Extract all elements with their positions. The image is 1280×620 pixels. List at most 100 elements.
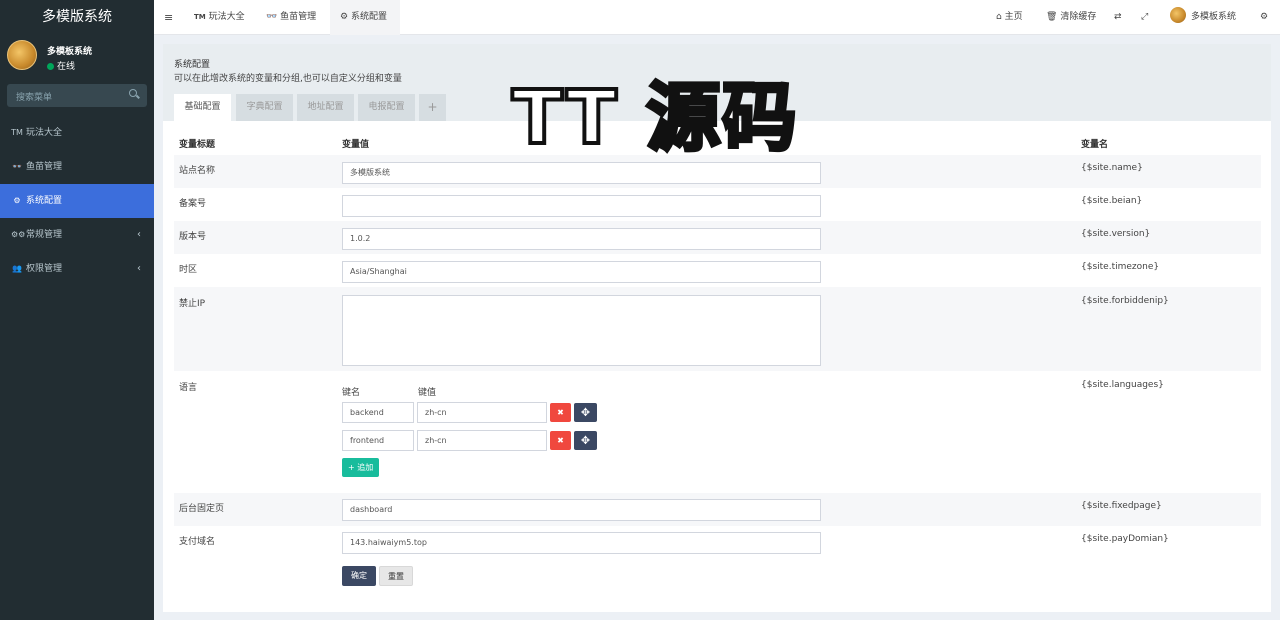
row-label: 语言 <box>179 383 198 393</box>
lang-key-input[interactable]: backend <box>342 402 414 423</box>
gear-icon: ⚙ <box>340 12 349 22</box>
timezone-input[interactable]: Asia/Shanghai <box>342 261 821 283</box>
row-label: 备案号 <box>179 199 207 209</box>
tab-wanfa[interactable]: TM 玩法大全 <box>194 0 245 35</box>
table-row: 后台固定页 dashboard {$site.fixedpage} <box>174 493 1261 526</box>
row-label: 后台固定页 <box>179 504 225 514</box>
table-row: 禁止IP {$site.forbiddenip} <box>174 287 1261 371</box>
language-icon[interactable]: ⇄ <box>1114 0 1122 35</box>
tm-icon: TM <box>11 128 23 137</box>
table-row: 时区 Asia/Shanghai {$site.timezone} <box>174 254 1261 287</box>
row-var: {$site.forbiddenip} <box>1081 296 1169 306</box>
watermark: TT 源码 <box>510 75 799 161</box>
settings-gears-icon[interactable]: ⚙ <box>1260 0 1268 35</box>
sidebar-item-label: 权限管理 <box>26 264 63 274</box>
tab-dict-config[interactable]: 字典配置 <box>236 94 293 121</box>
table-row: 语言 键名 键值 backend zh-cn ✖ ✥ frontend zh-c… <box>174 371 1261 493</box>
search-icon[interactable] <box>129 89 137 97</box>
app-title[interactable]: 多模版系统 <box>0 0 154 34</box>
row-var: {$site.languages} <box>1081 380 1164 390</box>
tab-telegram-config[interactable]: 电报配置 <box>358 94 415 121</box>
row-label: 站点名称 <box>179 166 216 176</box>
row-var: {$site.fixedpage} <box>1081 501 1162 511</box>
tab-label: 系统配置 <box>350 12 387 22</box>
lang-value-input[interactable]: zh-cn <box>417 430 547 451</box>
drag-move-icon[interactable]: ✥ <box>574 403 597 422</box>
online-dot-icon <box>47 63 54 70</box>
users-icon: 👥 <box>12 264 22 273</box>
topbar-avatar <box>1170 7 1186 23</box>
row-var: {$site.name} <box>1081 163 1143 173</box>
header-name: 变量名 <box>1081 140 1109 150</box>
sidebar-item-wanfa[interactable]: TM 玩法大全 <box>0 116 154 150</box>
tab-label: 鱼苗管理 <box>280 12 317 22</box>
sidebar-item-label: 玩法大全 <box>26 128 63 138</box>
drag-move-icon[interactable]: ✥ <box>574 431 597 450</box>
submit-button[interactable]: 确定 <box>342 566 376 586</box>
sidebar-item-permission[interactable]: 👥 权限管理 ‹ <box>0 252 154 286</box>
lang-value-header: 键值 <box>418 388 437 398</box>
gears-icon: ⚙⚙ <box>11 230 26 239</box>
add-tab-button[interactable]: + <box>419 94 446 121</box>
user-status: 在线 <box>47 59 75 72</box>
table-row: 支付域名 143.haiwaiym5.top {$site.payDomian} <box>174 526 1261 559</box>
user-avatar <box>7 40 37 70</box>
home-label: 主页 <box>1004 12 1023 22</box>
row-var: {$site.timezone} <box>1081 262 1160 272</box>
glasses-icon: 👓 <box>12 162 22 171</box>
row-label: 版本号 <box>179 232 207 242</box>
topbar-user-name: 多模板系统 <box>1191 12 1237 22</box>
gear-icon: ⚙ <box>13 196 21 205</box>
remove-row-button[interactable]: ✖ <box>550 403 571 422</box>
sidebar-item-yumiao[interactable]: 👓 鱼苗管理 <box>0 150 154 184</box>
clear-cache-button[interactable]: 🗑 清除缓存 <box>1046 0 1096 35</box>
row-var: {$site.payDomian} <box>1081 534 1169 544</box>
header-value: 变量值 <box>342 140 370 150</box>
sidebar-search-input[interactable]: 搜索菜单 <box>16 90 52 103</box>
tm-icon: TM <box>194 13 206 21</box>
user-menu[interactable]: 多模板系统 <box>1170 0 1236 35</box>
table-row: 备案号 {$site.beian} <box>174 188 1261 221</box>
home-link[interactable]: ⌂ 主页 <box>996 0 1023 35</box>
user-panel: 多模板系统 在线 <box>0 34 154 78</box>
fixed-page-input[interactable]: dashboard <box>342 499 821 521</box>
append-button[interactable]: + 追加 <box>342 458 380 477</box>
tab-label: 玩法大全 <box>208 12 245 22</box>
forbidden-ip-textarea[interactable] <box>342 295 821 366</box>
row-var: {$site.version} <box>1081 229 1151 239</box>
sidebar-item-general[interactable]: ⚙⚙常规管理 ‹ <box>0 218 154 252</box>
tab-system-config[interactable]: ⚙ 系统配置 <box>330 0 400 35</box>
header-title: 变量标题 <box>179 140 216 150</box>
version-input[interactable]: 1.0.2 <box>342 228 821 250</box>
sidebar-menu: TM 玩法大全 👓 鱼苗管理 ⚙ 系统配置 ⚙⚙常规管理 ‹ 👥 权限管理 ‹ <box>0 116 154 286</box>
pay-domain-input[interactable]: 143.haiwaiym5.top <box>342 532 821 554</box>
sidebar-item-label: 常规管理 <box>26 230 63 240</box>
clear-cache-label: 清除缓存 <box>1060 12 1097 22</box>
sidebar-item-label: 鱼苗管理 <box>26 162 63 172</box>
chevron-left-icon: ‹ <box>137 263 141 274</box>
site-name-input[interactable]: 多模版系统 <box>342 162 821 184</box>
lang-key-header: 键名 <box>342 388 361 398</box>
row-label: 支付域名 <box>179 537 216 547</box>
tab-address-config[interactable]: 地址配置 <box>297 94 354 121</box>
row-label: 禁止IP <box>179 299 206 309</box>
user-name: 多模板系统 <box>47 47 93 57</box>
reset-button[interactable]: 重置 <box>379 566 413 586</box>
remove-row-button[interactable]: ✖ <box>550 431 571 450</box>
beian-input[interactable] <box>342 195 821 217</box>
table-row: 版本号 1.0.2 {$site.version} <box>174 221 1261 254</box>
fullscreen-icon[interactable]: ⤢ <box>1141 0 1148 35</box>
chevron-left-icon: ‹ <box>137 229 141 240</box>
sidebar-search[interactable]: 搜索菜单 <box>7 84 147 107</box>
user-status-text: 在线 <box>57 62 76 72</box>
row-label: 时区 <box>179 265 198 275</box>
home-icon: ⌂ <box>996 12 1002 22</box>
lang-value-input[interactable]: zh-cn <box>417 402 547 423</box>
topbar: ≡ TM 玩法大全 👓 鱼苗管理 ⚙ 系统配置 ⌂ 主页 🗑 清除缓存 ⇄ ⤢ … <box>154 0 1280 35</box>
tab-basic-config[interactable]: 基础配置 <box>174 94 231 121</box>
menu-toggle-icon[interactable]: ≡ <box>164 0 173 35</box>
lang-key-input[interactable]: frontend <box>342 430 414 451</box>
sidebar-item-label: 系统配置 <box>26 196 63 206</box>
sidebar-item-system-config[interactable]: ⚙ 系统配置 <box>0 184 154 218</box>
tab-yumiao[interactable]: 👓 鱼苗管理 <box>266 0 316 35</box>
